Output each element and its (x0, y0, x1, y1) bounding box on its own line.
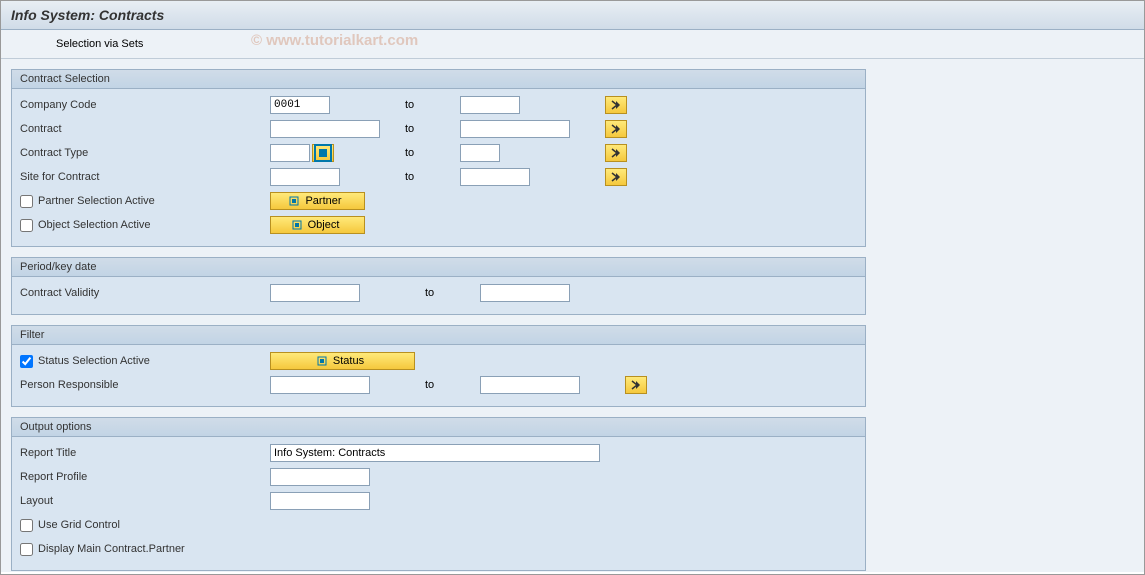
status-selection-checkbox[interactable] (20, 355, 33, 368)
label-site: Site for Contract (20, 171, 270, 183)
label-grid-control: Use Grid Control (38, 519, 120, 531)
label-to: to (400, 147, 460, 159)
label-contract: Contract (20, 123, 270, 135)
status-button-label: Status (333, 355, 364, 367)
validity-from-input[interactable] (270, 284, 360, 302)
groupbox-contract-selection: Contract Selection Company Code to Contr… (11, 69, 866, 247)
grid-control-checkbox[interactable] (20, 519, 33, 532)
label-to: to (420, 287, 480, 299)
partner-button[interactable]: Partner (270, 192, 365, 210)
label-layout: Layout (20, 495, 270, 507)
object-selection-checkbox[interactable] (20, 219, 33, 232)
site-from-input[interactable] (270, 168, 340, 186)
arrow-right-icon[interactable] (605, 120, 627, 138)
label-partner-selection: Partner Selection Active (38, 195, 155, 207)
report-title-input[interactable] (270, 444, 600, 462)
partner-button-label: Partner (305, 195, 341, 207)
label-report-title: Report Title (20, 447, 270, 459)
company-code-to-input[interactable] (460, 96, 520, 114)
label-contract-type: Contract Type (20, 147, 270, 159)
label-to: to (420, 379, 480, 391)
toolbar: Selection via Sets © www.tutorialkart.co… (1, 30, 1144, 59)
label-status-selection: Status Selection Active (38, 355, 150, 367)
groupbox-title: Period/key date (12, 258, 865, 277)
arrow-right-icon[interactable] (605, 144, 627, 162)
selection-via-sets-button[interactable]: Selection via Sets (47, 36, 148, 52)
contract-to-input[interactable] (460, 120, 570, 138)
groupbox-title: Filter (12, 326, 865, 345)
content-area: Contract Selection Company Code to Contr… (1, 59, 1144, 572)
contract-type-from-input[interactable] (270, 144, 310, 162)
selection-via-sets-label: Selection via Sets (56, 38, 143, 50)
label-company-code: Company Code (20, 99, 270, 111)
report-profile-input[interactable] (270, 468, 370, 486)
object-button-label: Object (308, 219, 340, 231)
person-responsible-to-input[interactable] (480, 376, 580, 394)
label-to: to (400, 171, 460, 183)
page-title: Info System: Contracts (1, 1, 1144, 30)
label-to: to (400, 99, 460, 111)
contract-from-input[interactable] (270, 120, 380, 138)
groupbox-title: Contract Selection (12, 70, 865, 89)
search-help-icon[interactable] (312, 144, 334, 162)
validity-to-input[interactable] (480, 284, 570, 302)
groupbox-period: Period/key date Contract Validity to (11, 257, 866, 315)
arrow-right-icon[interactable] (605, 96, 627, 114)
watermark: © www.tutorialkart.com (251, 32, 418, 49)
label-object-selection: Object Selection Active (38, 219, 151, 231)
groupbox-filter: Filter Status Selection Active Status Pe… (11, 325, 866, 407)
groupbox-output: Output options Report Title Report Profi… (11, 417, 866, 571)
status-button[interactable]: Status (270, 352, 415, 370)
person-responsible-from-input[interactable] (270, 376, 370, 394)
execute-button[interactable] (11, 36, 21, 52)
label-to: to (400, 123, 460, 135)
object-button[interactable]: Object (270, 216, 365, 234)
site-to-input[interactable] (460, 168, 530, 186)
partner-selection-checkbox[interactable] (20, 195, 33, 208)
label-report-profile: Report Profile (20, 471, 270, 483)
arrow-right-icon[interactable] (605, 168, 627, 186)
main-partner-checkbox[interactable] (20, 543, 33, 556)
label-contract-validity: Contract Validity (20, 287, 270, 299)
company-code-from-input[interactable] (270, 96, 330, 114)
label-person-responsible: Person Responsible (20, 379, 270, 391)
arrow-right-icon[interactable] (625, 376, 647, 394)
layout-input[interactable] (270, 492, 370, 510)
groupbox-title: Output options (12, 418, 865, 437)
label-main-partner: Display Main Contract.Partner (38, 543, 185, 555)
contract-type-to-input[interactable] (460, 144, 500, 162)
filter-sets-button[interactable] (29, 36, 39, 52)
